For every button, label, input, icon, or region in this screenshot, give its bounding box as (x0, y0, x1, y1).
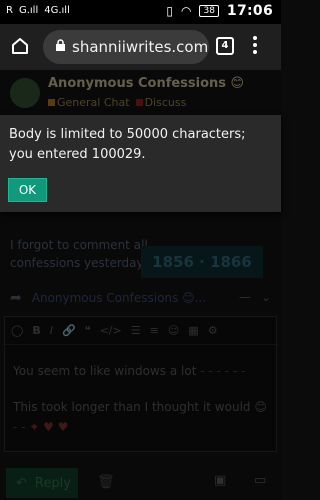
status-bar: R G.ıll 4G.ıll ▯ ◠ 38 17:06 (0, 0, 281, 24)
url-text: shanniiwrites.com (72, 38, 209, 56)
address-bar[interactable]: shanniiwrites.com (43, 30, 209, 64)
tab-switcher-button[interactable]: 4 (216, 37, 234, 55)
wifi-icon: ◠ (180, 4, 192, 18)
clock: 17:06 (226, 3, 273, 19)
lock-icon (55, 38, 66, 56)
alert-message: Body is limited to 50000 characters; you… (9, 127, 246, 162)
ok-button[interactable]: OK (8, 178, 47, 202)
signal-indicator: G.ıll (18, 5, 39, 16)
battery-icon: 38 (199, 5, 219, 17)
home-icon[interactable] (10, 36, 30, 60)
network-indicator: 4G.ıll (44, 5, 70, 16)
more-menu-icon[interactable] (251, 36, 259, 58)
alert-dialog: Body is limited to 50000 characters; you… (0, 115, 281, 212)
vibrate-icon: ▯ (166, 4, 173, 18)
carrier-label: R (6, 5, 13, 16)
browser-toolbar: shanniiwrites.com 4 (0, 24, 281, 70)
